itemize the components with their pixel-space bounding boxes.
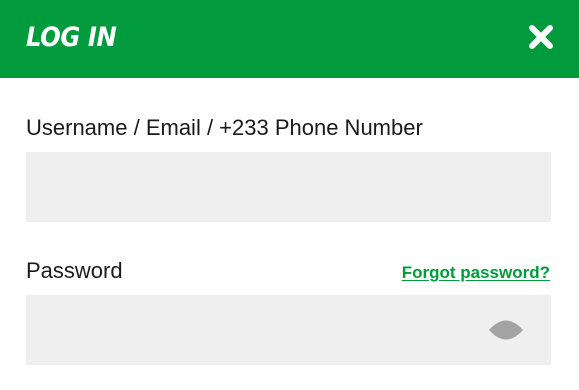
username-label: Username / Email / +233 Phone Number [26, 115, 423, 140]
username-input[interactable] [26, 152, 551, 222]
forgot-password-link[interactable]: Forgot password? [402, 262, 550, 284]
close-icon [529, 25, 553, 49]
close-button[interactable] [524, 20, 558, 54]
password-input[interactable] [26, 295, 551, 365]
eye-icon [489, 320, 523, 340]
modal-title: LOG IN [26, 22, 117, 53]
show-password-toggle[interactable] [488, 317, 524, 343]
login-modal: LOG IN Username / Email / +233 Phone Num… [0, 0, 579, 390]
password-label: Password [26, 258, 123, 283]
modal-header: LOG IN [0, 0, 579, 78]
